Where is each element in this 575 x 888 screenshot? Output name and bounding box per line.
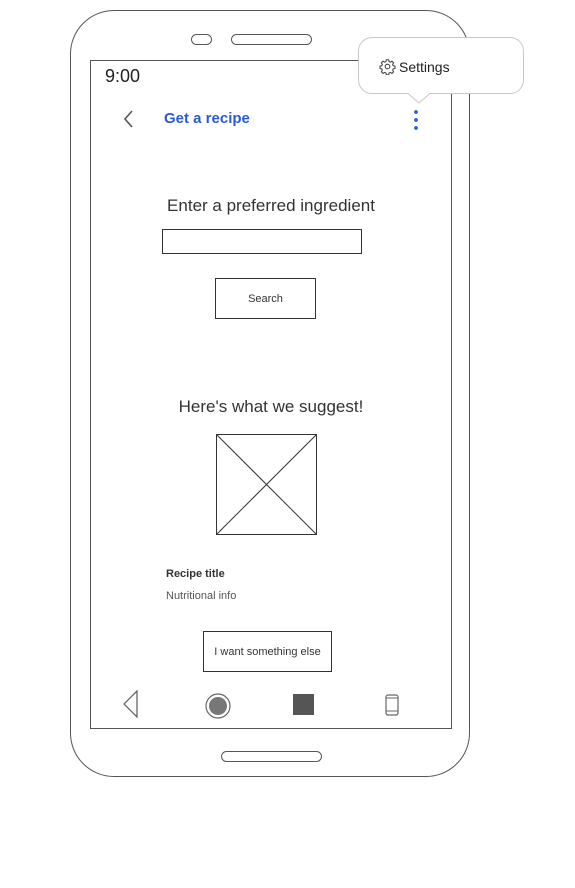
image-placeholder-icon xyxy=(216,434,317,535)
ingredient-input[interactable] xyxy=(162,229,362,254)
phone-screen: 9:00 Get a recipe Enter a preferred ingr… xyxy=(90,60,452,729)
suggestion-heading: Here's what we suggest! xyxy=(178,397,364,416)
chevron-left-icon[interactable] xyxy=(121,109,137,129)
recipe-title: Recipe title xyxy=(166,568,225,580)
back-triangle-icon[interactable] xyxy=(122,690,140,718)
gear-icon xyxy=(379,59,396,75)
popup-pointer xyxy=(408,93,430,104)
page-title: Get a recipe xyxy=(164,110,250,127)
speaker xyxy=(231,34,312,45)
ingredient-prompt: Enter a preferred ingredient xyxy=(167,196,375,215)
more-vertical-icon[interactable] xyxy=(409,109,423,131)
home-button[interactable] xyxy=(221,751,322,762)
settings-menu-item[interactable]: Settings xyxy=(379,58,450,75)
status-time: 9:00 xyxy=(105,66,141,86)
rotate-phone-icon[interactable] xyxy=(384,694,400,716)
nutritional-info: Nutritional info xyxy=(166,590,237,602)
recents-square-icon[interactable] xyxy=(293,694,314,715)
camera xyxy=(191,34,212,45)
home-circle-icon[interactable] xyxy=(205,693,231,719)
search-button[interactable]: Search xyxy=(215,278,316,319)
something-else-button[interactable]: I want something else xyxy=(203,631,332,672)
settings-label: Settings xyxy=(399,58,450,75)
settings-menu-popup: Settings xyxy=(358,37,524,94)
